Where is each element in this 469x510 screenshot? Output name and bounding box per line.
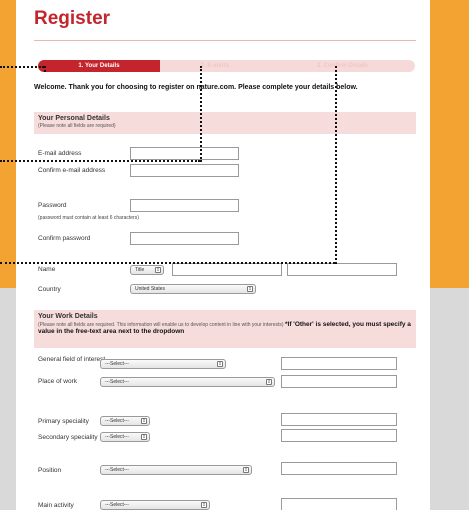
first-name-field[interactable] (172, 263, 282, 276)
title-select-value: Title (135, 267, 145, 273)
position-other-field[interactable] (281, 462, 397, 475)
password-note: (password must contain at least 6 charac… (38, 215, 139, 221)
chevron-down-icon: ⇕ (243, 467, 249, 473)
email-field[interactable] (130, 147, 239, 160)
secondary-speciality-select[interactable]: ---Select--- ⇕ (100, 432, 150, 442)
confirm-password-label: Confirm password (38, 235, 91, 242)
work-details-title: Your Work Details (38, 313, 98, 320)
annotation-line (0, 66, 44, 68)
personal-details-note: (Please note all fields are required) (38, 123, 116, 129)
position-label: Position (38, 467, 62, 474)
work-details-header: Your Work Details (Please note all field… (34, 310, 416, 348)
place-of-work-label: Place of work (38, 378, 78, 385)
general-field-select[interactable]: ---Select--- ⇕ (100, 359, 226, 369)
annotation-line (335, 66, 337, 264)
chevron-down-icon: ⇕ (247, 286, 253, 292)
annotation-line (0, 262, 335, 264)
secondary-speciality-select-value: ---Select--- (105, 434, 129, 440)
primary-speciality-select-value: ---Select--- (105, 418, 129, 424)
personal-details-header: Your Personal Details (Please note all f… (34, 112, 416, 134)
main-activity-other-field[interactable] (281, 498, 397, 510)
place-of-work-select-value: ---Select--- (105, 379, 129, 385)
annotation-line (44, 66, 46, 72)
annotation-line (200, 66, 202, 162)
general-field-other-field[interactable] (281, 357, 397, 370)
secondary-speciality-label: Secondary speciality (38, 434, 98, 441)
annotation-line (0, 160, 200, 162)
chevron-down-icon: ⇕ (141, 434, 147, 440)
place-of-work-select[interactable]: ---Select--- ⇕ (100, 377, 275, 387)
gray-background-right (430, 288, 469, 510)
welcome-text: Welcome. Thank you for choosing to regis… (34, 84, 358, 91)
country-select[interactable]: United States ⇕ (130, 284, 256, 294)
password-field[interactable] (130, 199, 239, 212)
position-select[interactable]: ---Select--- ⇕ (100, 465, 252, 475)
confirm-password-field[interactable] (130, 232, 239, 245)
secondary-speciality-other-field[interactable] (281, 429, 397, 442)
personal-details-title: Your Personal Details (38, 115, 110, 122)
chevron-down-icon: ⇕ (141, 418, 147, 424)
main-activity-select-value: ---Select--- (105, 502, 129, 508)
chevron-down-icon: ⇕ (266, 379, 272, 385)
primary-speciality-other-field[interactable] (281, 413, 397, 426)
country-label: Country (38, 286, 61, 293)
confirm-email-label: Confirm e-mail address (38, 167, 106, 174)
position-select-value: ---Select--- (105, 467, 129, 473)
general-field-select-value: ---Select--- (105, 361, 129, 367)
name-label: Name (38, 266, 56, 273)
progress-bar: 1. Your Details 2. E-alerts 3. Confirm D… (38, 60, 415, 72)
primary-speciality-label: Primary speciality (38, 418, 89, 425)
last-name-field[interactable] (287, 263, 397, 276)
email-label: E-mail address (38, 150, 82, 157)
main-activity-label: Main activity (38, 502, 74, 509)
chevron-down-icon: ⇕ (217, 361, 223, 367)
page-title: Register (34, 8, 111, 29)
step-your-details: 1. Your Details (38, 60, 160, 72)
registration-card: Register 1. Your Details 2. E-alerts 3. … (16, 0, 430, 510)
chevron-down-icon: ⇕ (155, 267, 161, 273)
chevron-down-icon: ⇕ (201, 502, 207, 508)
work-details-note-container: (Please note all fields are required. Th… (38, 321, 412, 335)
title-select[interactable]: Title ⇕ (130, 265, 164, 275)
place-of-work-other-field[interactable] (281, 375, 397, 388)
title-divider (34, 40, 416, 41)
step-e-alerts: 2. E-alerts (200, 63, 230, 69)
step-confirm-details: 3. Confirm Details (316, 63, 368, 69)
confirm-email-field[interactable] (130, 164, 239, 177)
country-select-value: United States (135, 286, 166, 292)
primary-speciality-select[interactable]: ---Select--- ⇕ (100, 416, 150, 426)
main-activity-select[interactable]: ---Select--- ⇕ (100, 500, 210, 510)
gray-background-left (0, 288, 16, 510)
password-label: Password (38, 202, 67, 209)
